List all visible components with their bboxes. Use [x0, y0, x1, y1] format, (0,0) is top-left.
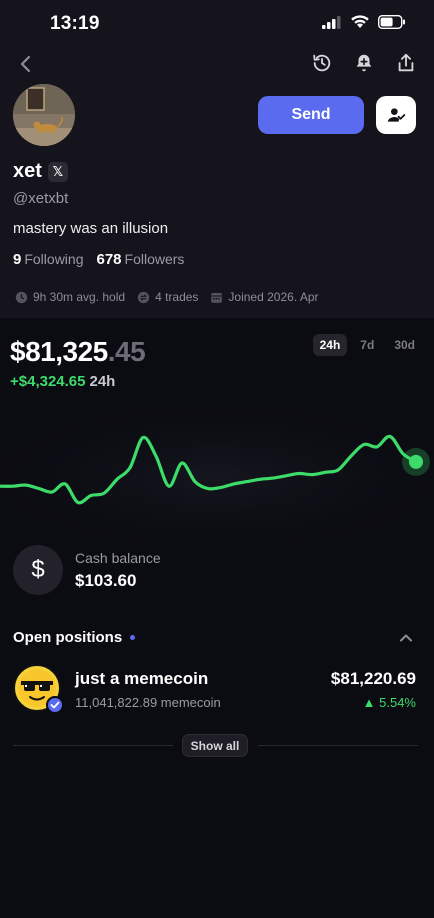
share-icon[interactable]	[394, 50, 418, 76]
battery-icon	[378, 15, 405, 29]
change-period: 24h	[89, 373, 116, 390]
wifi-icon	[351, 15, 369, 28]
trades: 4 trades	[137, 290, 198, 304]
followers-label: Followers	[124, 251, 185, 267]
up-triangle-icon: ▲	[362, 695, 376, 710]
joined: Joined 2026. Apr	[210, 290, 319, 304]
chevron-up-icon[interactable]	[398, 630, 414, 646]
following-count: 9	[13, 251, 22, 268]
x-logo-icon[interactable]: 𝕏	[47, 161, 68, 182]
profile-handle: @xetxbt	[13, 190, 69, 207]
cash-balance-label: Cash balance	[75, 550, 161, 566]
status-bar: 13:19	[0, 0, 434, 50]
balance-whole: $81,325	[10, 336, 108, 367]
position-amount: 11,041,822.89 memecoin	[75, 695, 221, 710]
back-chevron-icon[interactable]	[14, 52, 38, 76]
send-button[interactable]: Send	[258, 96, 364, 134]
notification-add-icon[interactable]	[352, 50, 376, 76]
followers-link[interactable]: 678 Followers	[96, 251, 184, 268]
range-tabs: 24h 7d 30d	[312, 334, 422, 356]
avg-hold-text: 9h 30m avg. hold	[33, 290, 126, 304]
open-positions-header: Open positions	[13, 629, 136, 646]
following-label: Following	[24, 251, 84, 267]
profile-name: xet	[13, 160, 42, 182]
followers-count: 678	[96, 251, 122, 268]
range-tab-24h[interactable]: 24h	[312, 334, 348, 356]
portfolio-chart	[0, 400, 434, 540]
show-all-button[interactable]: Show all	[182, 734, 248, 757]
position-name: just a memecoin	[75, 669, 209, 688]
range-tab-30d[interactable]: 30d	[387, 334, 422, 356]
divider	[13, 745, 173, 746]
chart-background	[0, 400, 434, 540]
avatar	[13, 84, 75, 146]
open-positions-title: Open positions	[13, 629, 123, 646]
memecoin-token-icon	[13, 664, 63, 714]
joined-text: Joined 2026. Apr	[228, 290, 319, 304]
profile-meta: 9h 30m avg. hold 4 trades Joined 2026. A…	[15, 290, 319, 304]
position-change-value: 5.54%	[379, 695, 416, 710]
swap-icon	[137, 291, 150, 303]
nav-bar	[0, 50, 434, 80]
chart-endpoint[interactable]	[409, 454, 423, 469]
user-check-icon	[387, 108, 406, 122]
profile-bio: mastery was an illusion	[13, 220, 169, 237]
signal-icon	[322, 15, 341, 29]
dollar-icon: $	[13, 545, 63, 595]
following-link[interactable]: 9 Following	[13, 251, 83, 268]
new-indicator-dot	[130, 635, 136, 640]
position-change: ▲ 5.54%	[363, 695, 416, 710]
profile-name-row: xet 𝕏	[13, 160, 68, 183]
position-value: $81,220.69	[330, 669, 416, 688]
cash-balance-value: $103.60	[75, 571, 137, 590]
avg-hold: 9h 30m avg. hold	[15, 290, 125, 304]
range-tab-7d[interactable]: 7d	[353, 334, 381, 356]
follow-stats: 9 Following 678 Followers	[13, 251, 184, 268]
trades-text: 4 trades	[155, 290, 199, 304]
divider	[258, 745, 418, 746]
clock-icon	[15, 291, 28, 303]
calendar-icon	[211, 292, 223, 303]
portfolio-balance: $81,325.45	[10, 336, 146, 368]
status-icons	[322, 15, 406, 29]
portfolio-change: +$4,324.65 24h	[10, 373, 115, 390]
balance-cents: .45	[107, 336, 146, 367]
follow-button[interactable]	[376, 96, 416, 134]
status-time: 13:19	[50, 13, 100, 34]
history-icon[interactable]	[310, 50, 334, 76]
change-amount: +$4,324.65	[10, 373, 86, 390]
